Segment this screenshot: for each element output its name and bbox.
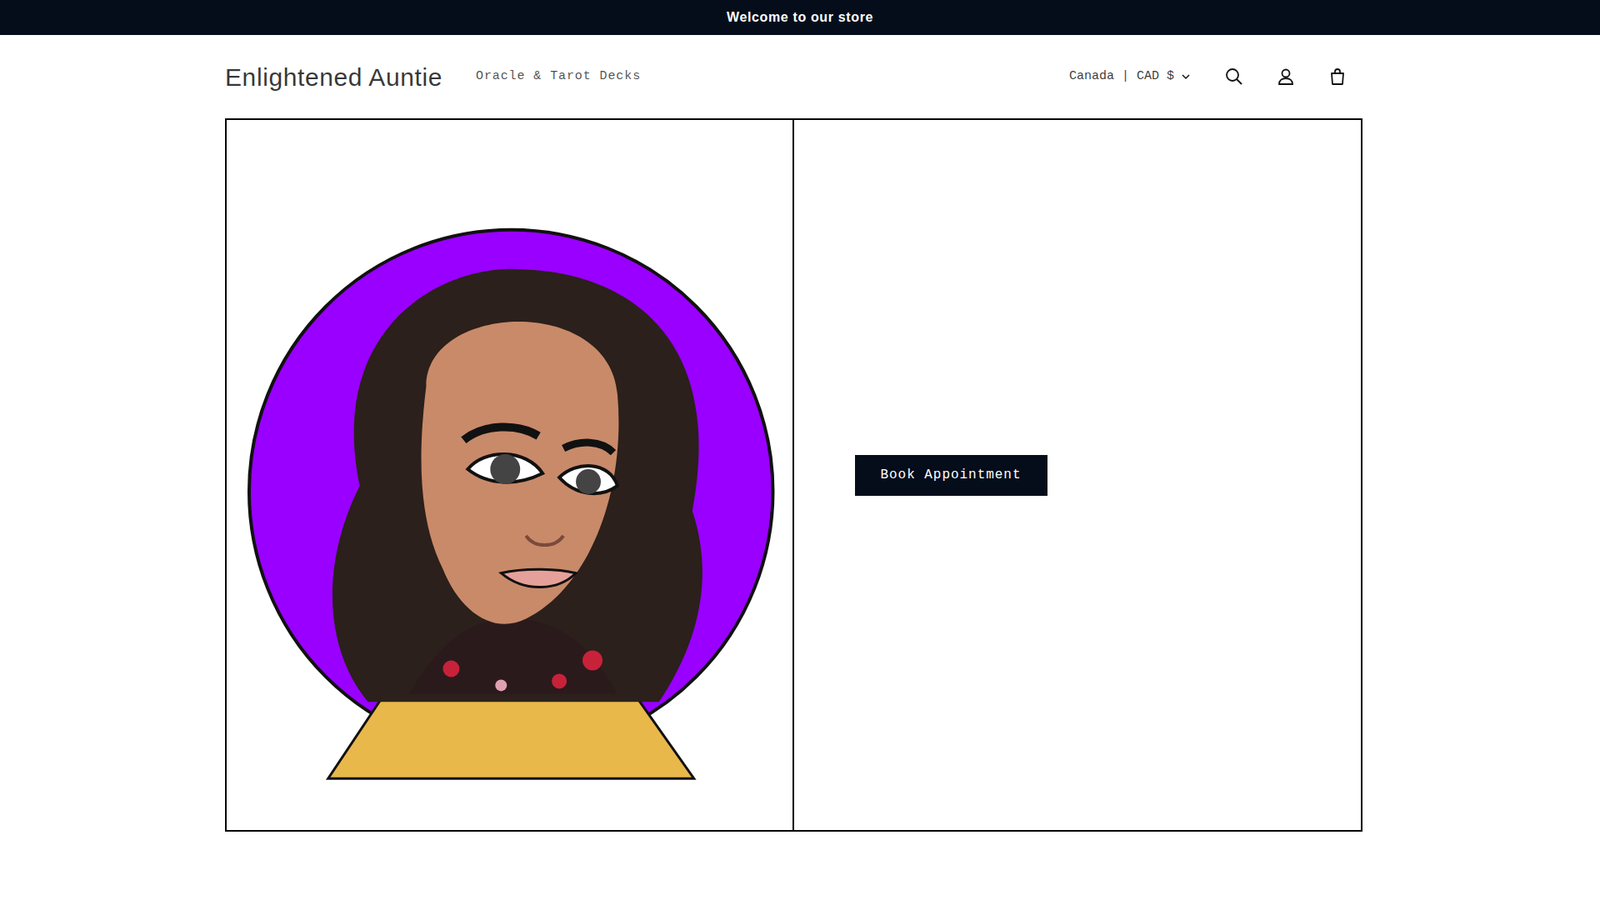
account-button[interactable]: [1267, 58, 1305, 95]
account-icon: [1275, 66, 1296, 87]
hero-image: [226, 120, 795, 830]
avatar-illustration: [226, 120, 793, 830]
hero-section: Book Appointment: [225, 118, 1363, 832]
chevron-down-icon: [1180, 71, 1191, 82]
main-nav: Oracle & Tarot Decks: [475, 67, 641, 87]
cart-icon: [1327, 66, 1348, 87]
nav-link[interactable]: Oracle & Tarot Decks: [475, 67, 641, 87]
book-appointment-button[interactable]: Book Appointment: [855, 455, 1048, 496]
currency-selector[interactable]: Canada | CAD $: [1069, 67, 1201, 87]
brand-logo[interactable]: Enlightened Auntie: [225, 58, 443, 96]
search-button[interactable]: [1215, 58, 1253, 95]
cart-button[interactable]: [1319, 58, 1356, 95]
search-icon: [1224, 66, 1245, 87]
hero-content: Book Appointment: [794, 120, 1362, 830]
site-header: Enlightened Auntie Oracle & Tarot Decks Ca…: [225, 35, 1363, 119]
announcement-bar: Welcome to our store: [0, 0, 1600, 35]
